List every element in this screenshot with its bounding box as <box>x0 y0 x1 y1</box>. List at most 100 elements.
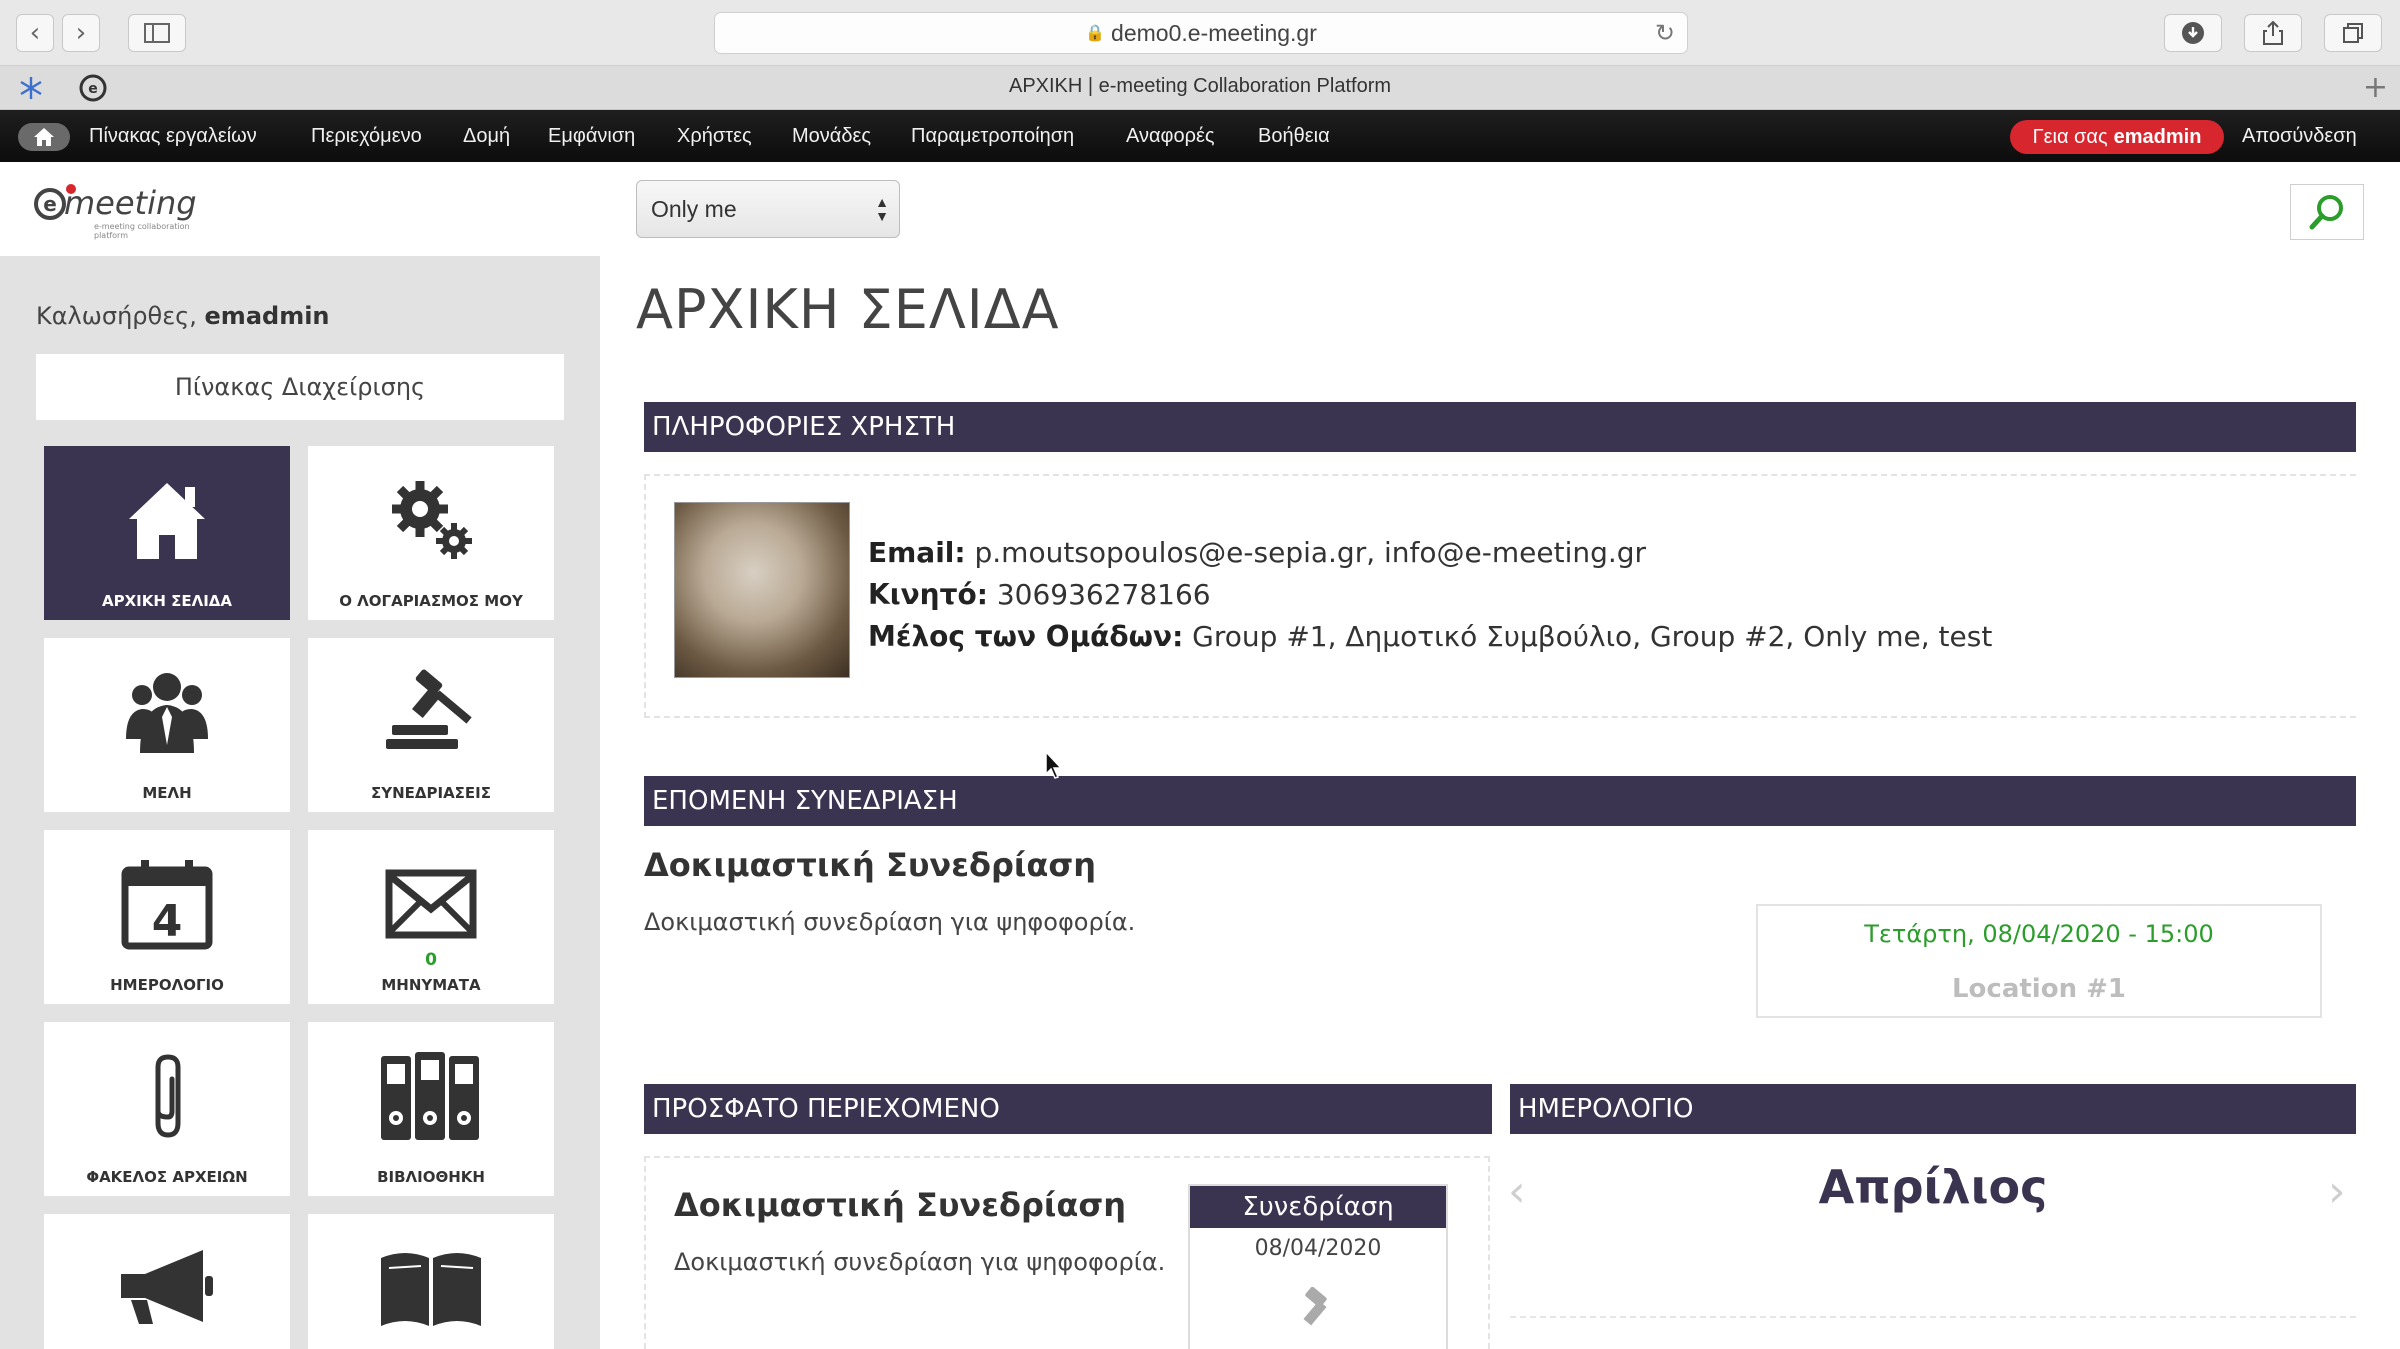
tile-label: Ο ΛΟΓΑΡΙΑΣΜΟΣ ΜΟΥ <box>339 592 523 610</box>
page-title: ΑΡΧΙΚΗ ΣΕΛΙΔΑ <box>636 278 1060 341</box>
next-meeting-heading: ΕΠΟΜΕΝΗ ΣΥΝΕΔΡΙΑΣΗ <box>644 776 2356 826</box>
messages-count: 0 <box>425 950 437 970</box>
tile-my-account[interactable]: Ο ΛΟΓΑΡΙΑΣΜΟΣ ΜΟΥ <box>308 446 554 620</box>
sidebar-icon <box>144 23 170 43</box>
tile-label: ΑΡΧΙΚΗ ΣΕΛΙΔΑ <box>101 592 233 610</box>
paperclip-icon <box>142 1048 192 1144</box>
calendar-divider <box>1510 1316 2356 1318</box>
search-button[interactable] <box>2290 184 2364 240</box>
share-icon <box>2263 20 2283 45</box>
mouse-cursor-icon <box>1044 750 1064 784</box>
email-label: Email: <box>868 536 966 569</box>
tile-label: ΦΑΚΕΛΟΣ ΑΡΧΕΙΩΝ <box>86 1168 248 1186</box>
recent-item-date: 08/04/2020 <box>1254 1236 1382 1261</box>
menu-modules[interactable]: Μονάδες <box>792 125 871 148</box>
menu-dashboard[interactable]: Πίνακας εργαλείων <box>89 125 257 148</box>
envelope-icon <box>385 856 477 952</box>
user-avatar <box>674 502 850 678</box>
browser-toolbar: ‹ › 🔒 demo0.e-meeting.gr ↻ <box>0 0 2400 66</box>
megaphone-icon <box>119 1240 215 1336</box>
greeting-prefix: Γεια σας <box>2032 125 2108 148</box>
tile-file-folder[interactable]: ΦΑΚΕΛΟΣ ΑΡΧΕΙΩΝ <box>44 1022 290 1196</box>
tile-meetings[interactable]: ΣΥΝΕΔΡΙΑΣΕΙΣ <box>308 638 554 812</box>
select-arrows-icon: ▲ ▼ <box>875 194 889 224</box>
next-meeting-location: Location #1 <box>1951 974 2127 1004</box>
tile-label: ΒΙΒΛΙΟΘΗΚΗ <box>377 1168 485 1186</box>
members-icon <box>122 664 212 760</box>
tile-home[interactable]: ΑΡΧΙΚΗ ΣΕΛΙΔΑ <box>44 446 290 620</box>
next-meeting-description: Δοκιμαστική συνεδρίαση για ψηφοφορία. <box>644 908 1136 936</box>
calendar-day: 4 <box>152 896 183 947</box>
tabs-overview-button[interactable] <box>2324 14 2382 52</box>
menu-structure[interactable]: Δομή <box>463 125 510 148</box>
binders-icon <box>379 1048 483 1144</box>
gavel-icon <box>1190 1286 1446 1331</box>
next-meeting-title[interactable]: Δοκιμαστική Συνεδρίαση <box>644 846 1096 884</box>
home-icon <box>34 128 54 146</box>
user-mobile: Κινητό: 306936278166 <box>868 578 1211 611</box>
book-icon <box>379 1240 483 1336</box>
logo-tagline: e-meeting collaboration platform <box>94 222 190 240</box>
download-icon <box>2182 22 2204 44</box>
group-select[interactable]: Only me ▲ ▼ <box>636 180 900 238</box>
tile-book[interactable] <box>308 1214 554 1349</box>
welcome-message: Καλωσήρθες, emadmin <box>36 302 330 330</box>
menu-configuration[interactable]: Παραμετροποίηση <box>911 125 1074 148</box>
active-tab-title[interactable]: ΑΡΧΙΚΗ | e-meeting Collaboration Platfor… <box>0 75 2400 98</box>
mobile-label: Κινητό: <box>868 578 988 611</box>
greeting-username: emadmin <box>2113 125 2202 148</box>
logout-link[interactable]: Αποσύνδεση <box>2242 125 2357 148</box>
user-info-heading: ΠΛΗΡΟΦΟΡΙΕΣ ΧΡΗΣΤΗ <box>644 402 2356 452</box>
calendar-next-icon[interactable]: › <box>2328 1166 2346 1217</box>
next-meeting-details: Τετάρτη, 08/04/2020 - 15:00 Location #1 <box>1756 904 2322 1018</box>
menu-users[interactable]: Χρήστες <box>677 125 752 148</box>
tile-announcements[interactable] <box>44 1214 290 1349</box>
mobile-value: 306936278166 <box>996 578 1211 611</box>
logo-mark: e <box>34 188 66 220</box>
reload-icon[interactable]: ↻ <box>1655 19 1675 48</box>
admin-panel-button[interactable]: Πίνακας Διαχείρισης <box>36 354 564 420</box>
home-icon <box>125 472 209 568</box>
toolbar-home-button[interactable] <box>18 123 70 151</box>
sidebar-toggle-button[interactable] <box>128 14 186 52</box>
tile-label: ΗΜΕΡΟΛΟΓΙΟ <box>110 976 224 994</box>
search-icon <box>2309 195 2343 230</box>
menu-help[interactable]: Βοήθεια <box>1258 125 1330 148</box>
recent-item-title[interactable]: Δοκιμαστική Συνεδρίαση <box>674 1186 1126 1224</box>
downloads-button[interactable] <box>2164 14 2222 52</box>
next-meeting-datetime: Τετάρτη, 08/04/2020 - 15:00 <box>1864 920 2214 948</box>
menu-appearance[interactable]: Εμφάνιση <box>548 125 635 148</box>
site-logo[interactable]: e meeting e-meeting collaboration platfo… <box>34 184 224 240</box>
user-greeting-button[interactable]: Γεια σας emadmin <box>2010 120 2224 154</box>
group-select-value: Only me <box>651 195 737 222</box>
tile-calendar[interactable]: 4 ΗΜΕΡΟΛΟΓΙΟ <box>44 830 290 1004</box>
email-value: p.moutsopoulos@e-sepia.gr, info@e-meetin… <box>974 536 1647 569</box>
recent-item-type: Συνεδρίαση <box>1190 1186 1446 1228</box>
groups-value: Group #1, Δημοτικό Συμβούλιο, Group #2, … <box>1192 620 1993 653</box>
recent-item-description: Δοκιμαστική συνεδρίαση για ψηφοφορία. <box>674 1248 1166 1276</box>
share-button[interactable] <box>2244 14 2302 52</box>
menu-content[interactable]: Περιεχόμενο <box>311 125 422 148</box>
tile-members[interactable]: ΜΕΛΗ <box>44 638 290 812</box>
tile-label: ΜΗΝΥΜΑΤΑ <box>381 976 481 994</box>
user-groups: Μέλος των Ομάδων: Group #1, Δημοτικό Συμ… <box>868 620 1992 653</box>
tile-messages[interactable]: 0 ΜΗΝΥΜΑΤΑ <box>308 830 554 1004</box>
tile-label: ΣΥΝΕΔΡΙΑΣΕΙΣ <box>370 784 492 802</box>
recent-item-card[interactable]: Συνεδρίαση 08/04/2020 <box>1188 1184 1448 1349</box>
tab-bar: e ΑΡΧΙΚΗ | e-meeting Collaboration Platf… <box>0 66 2400 110</box>
forward-button[interactable]: › <box>62 14 100 52</box>
gavel-icon <box>386 664 476 760</box>
back-button[interactable]: ‹ <box>16 14 54 52</box>
calendar-month: Απρίλιος <box>1818 1160 2048 1214</box>
new-tab-button[interactable]: + <box>2363 70 2388 105</box>
logo-wordmark: meeting <box>64 184 197 222</box>
recent-content-heading: ΠΡΟΣΦΑΤΟ ΠΕΡΙΕΧΟΜΕΝΟ <box>644 1084 1492 1134</box>
calendar-icon: 4 <box>121 856 213 952</box>
user-email: Email: p.moutsopoulos@e-sepia.gr, info@e… <box>868 536 1646 569</box>
tile-label: ΜΕΛΗ <box>142 784 192 802</box>
groups-label: Μέλος των Ομάδων: <box>868 620 1184 653</box>
menu-reports[interactable]: Αναφορές <box>1126 125 1215 148</box>
welcome-username: emadmin <box>204 302 330 330</box>
address-bar[interactable]: 🔒 demo0.e-meeting.gr ↻ <box>714 12 1688 54</box>
tile-library[interactable]: ΒΙΒΛΙΟΘΗΚΗ <box>308 1022 554 1196</box>
